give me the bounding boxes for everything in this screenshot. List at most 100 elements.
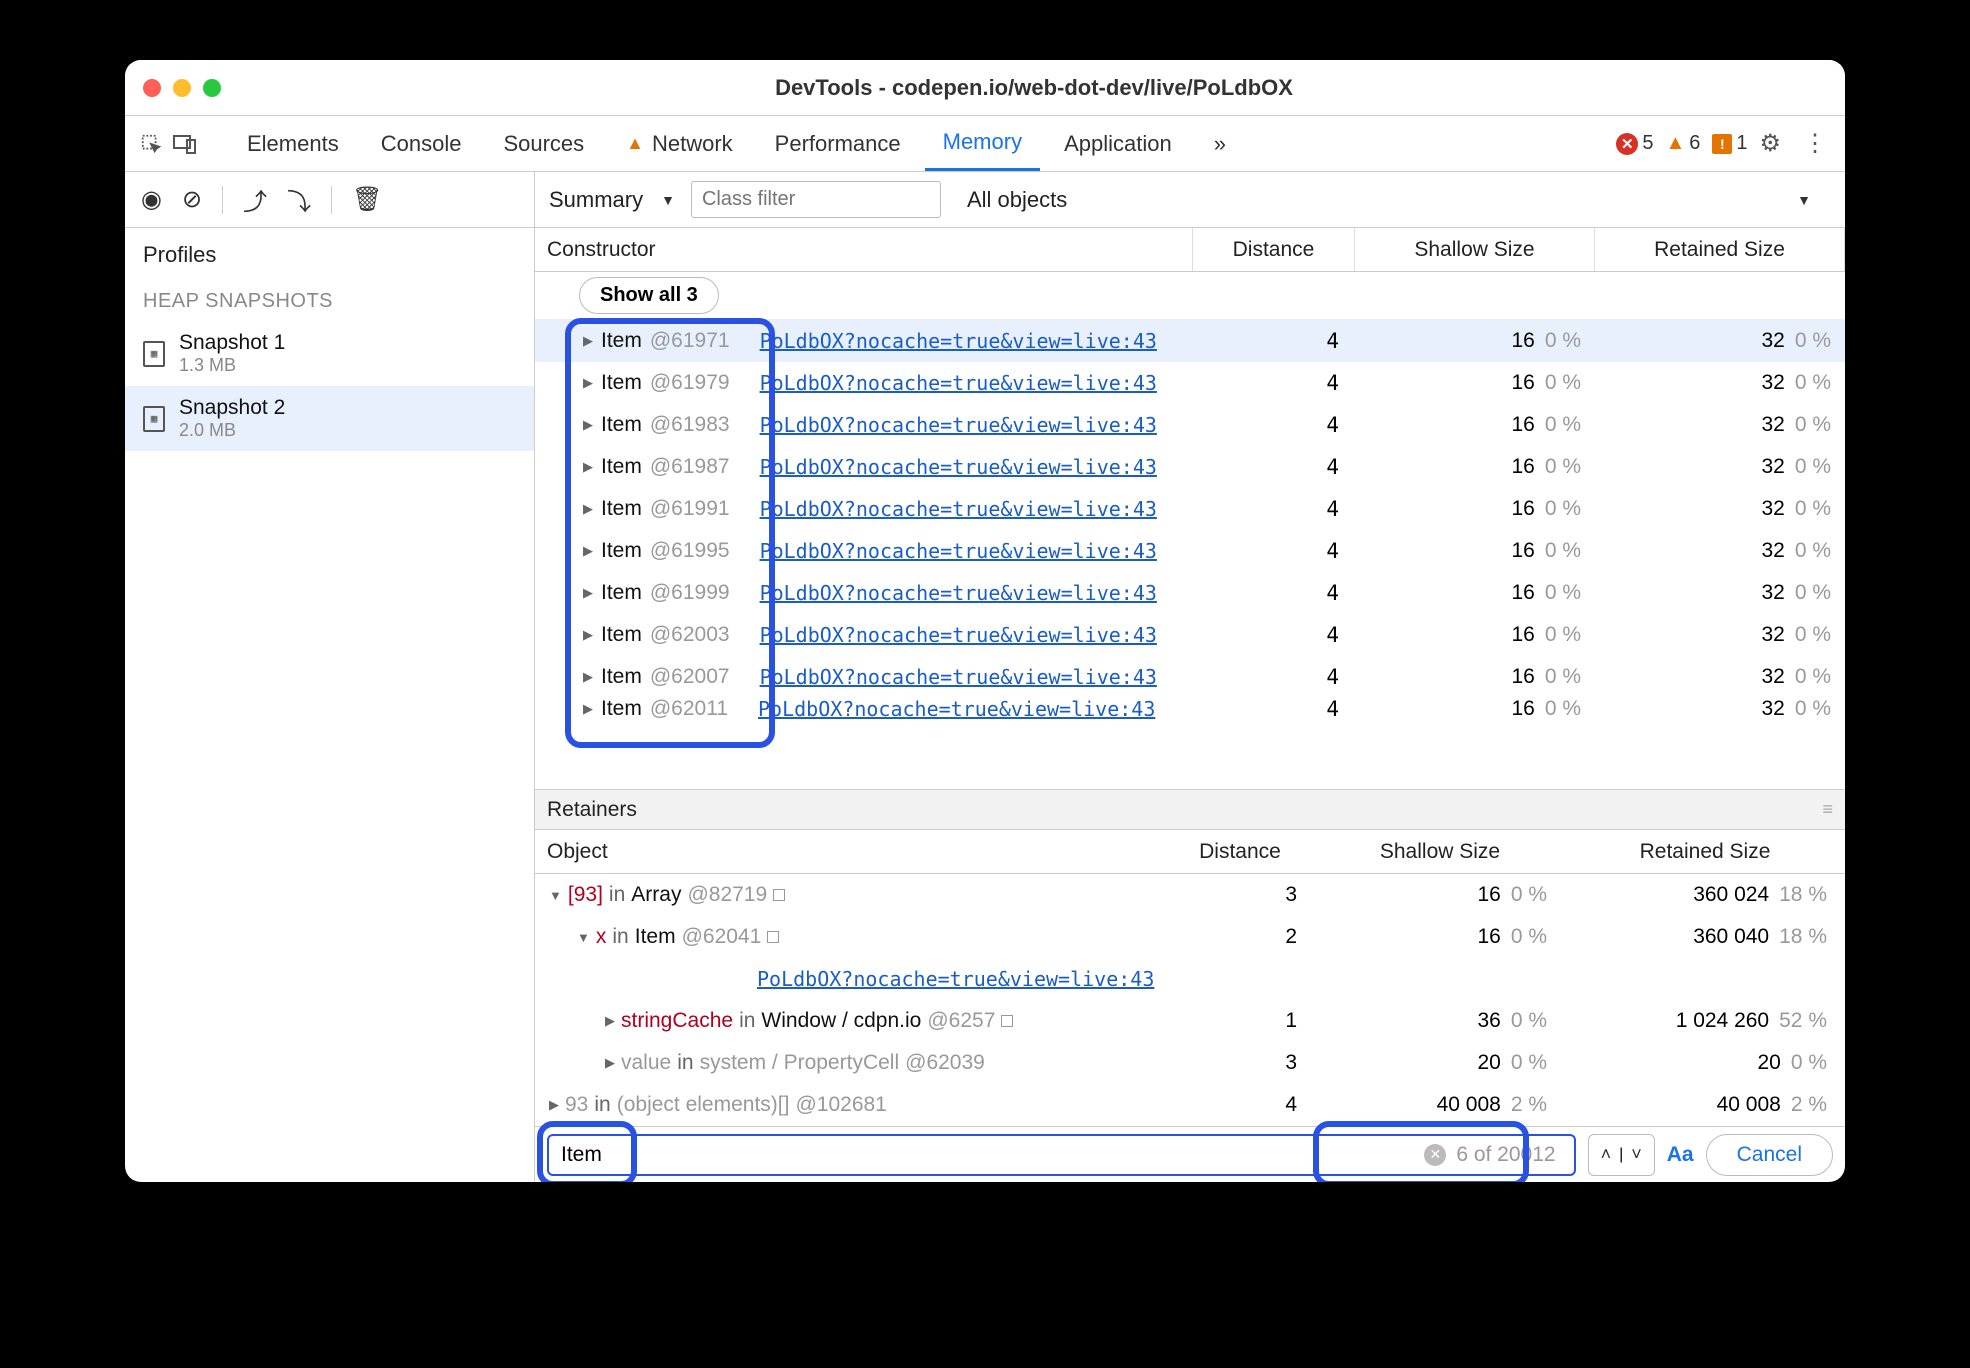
expand-icon[interactable]: ▶ — [583, 417, 593, 433]
inspect-icon[interactable] — [137, 130, 165, 158]
heap-row[interactable]: ▶Item @62003PoLdbOX?nocache=true&view=li… — [535, 614, 1845, 656]
heap-row[interactable]: ▶Item @61979PoLdbOX?nocache=true&view=li… — [535, 362, 1845, 404]
tab-memory[interactable]: Memory — [925, 117, 1040, 171]
expand-icon[interactable]: ▶ — [583, 459, 593, 475]
snapshot-item[interactable]: ▦Snapshot 11.3 MB — [125, 321, 534, 386]
col-distance[interactable]: Distance — [1193, 228, 1355, 271]
heap-row[interactable]: ▶Item @61971PoLdbOX?nocache=true&view=li… — [535, 320, 1845, 362]
rcol-retained[interactable]: Retained Size — [1565, 840, 1845, 864]
retainer-row[interactable]: ▶value in system / PropertyCell @6203932… — [535, 1042, 1845, 1084]
col-retained[interactable]: Retained Size — [1595, 228, 1845, 271]
devtools-window: DevTools - codepen.io/web-dot-dev/live/P… — [125, 60, 1845, 1182]
retainers-header: Retainers≡ — [535, 790, 1845, 830]
heap-row[interactable]: ▶Item @61995PoLdbOX?nocache=true&view=li… — [535, 530, 1845, 572]
snapshot-size: 2.0 MB — [179, 420, 285, 441]
upload-icon[interactable]: ⤴ — [243, 182, 267, 217]
snapshot-item[interactable]: ▦Snapshot 22.0 MB — [125, 386, 534, 451]
expand-icon[interactable]: ▼ — [549, 888, 562, 903]
source-link[interactable]: PoLdbOX?nocache=true&view=live:43 — [760, 329, 1157, 353]
perspective-caret-icon[interactable]: ▼ — [1797, 192, 1811, 208]
heap-row[interactable]: ▶Item @61991PoLdbOX?nocache=true&view=li… — [535, 488, 1845, 530]
tab-console[interactable]: Console — [363, 117, 480, 171]
expand-icon[interactable]: ▶ — [605, 1055, 615, 1071]
show-all-button[interactable]: Show all 3 — [579, 277, 719, 314]
retainer-row[interactable]: ▶stringCache in Window / cdpn.io @6257 1… — [535, 1000, 1845, 1042]
col-constructor[interactable]: Constructor — [535, 228, 1193, 271]
snapshot-name: Snapshot 1 — [179, 331, 285, 355]
expand-icon[interactable]: ▶ — [583, 375, 593, 391]
retainer-row[interactable]: ▼x in Item @62041 2160 %360 04018 % — [535, 916, 1845, 958]
source-link[interactable]: PoLdbOX?nocache=true&view=live:43 — [758, 698, 1155, 720]
source-link[interactable]: PoLdbOX?nocache=true&view=live:43 — [760, 413, 1157, 437]
sidebar: ◉ ⊘ ⤴ ⤵ 🗑 Profiles HEAP SNAPSHOTS ▦Snaps… — [125, 172, 535, 1182]
close-icon[interactable] — [143, 79, 161, 97]
source-link[interactable]: PoLdbOX?nocache=true&view=live:43 — [760, 371, 1157, 395]
clear-icon[interactable]: ✕ — [1424, 1144, 1446, 1166]
retainer-row[interactable]: ▼[93] in Array @82719 3160 %360 02418 % — [535, 874, 1845, 916]
expand-icon[interactable]: ▶ — [583, 585, 593, 601]
rcol-object[interactable]: Object — [535, 840, 1165, 864]
source-link[interactable]: PoLdbOX?nocache=true&view=live:43 — [757, 967, 1154, 991]
source-link[interactable]: PoLdbOX?nocache=true&view=live:43 — [760, 539, 1157, 563]
zoom-icon[interactable] — [203, 79, 221, 97]
class-filter-input[interactable] — [691, 181, 941, 218]
device-icon[interactable] — [171, 130, 199, 158]
heap-row[interactable]: ▶Item @62007PoLdbOX?nocache=true&view=li… — [535, 656, 1845, 698]
heap-row[interactable]: ▶Item @62011PoLdbOX?nocache=true&view=li… — [535, 698, 1845, 720]
expand-icon[interactable]: ▶ — [583, 501, 593, 517]
tab-performance[interactable]: Performance — [757, 117, 919, 171]
expand-icon[interactable]: ▶ — [549, 1097, 559, 1113]
gear-icon[interactable]: ⚙ — [1759, 129, 1781, 158]
rcol-shallow[interactable]: Shallow Size — [1315, 840, 1565, 864]
search-nav: ˄|˅ — [1588, 1134, 1655, 1176]
kebab-icon[interactable]: ⋮ — [1803, 129, 1827, 158]
error-count[interactable]: ✕5 — [1616, 132, 1653, 155]
trash-icon[interactable]: 🗑 — [352, 185, 382, 214]
download-icon[interactable]: ⤵ — [287, 182, 311, 217]
heap-row[interactable]: ▶Item @61983PoLdbOX?nocache=true&view=li… — [535, 404, 1845, 446]
tab-more[interactable]: » — [1196, 117, 1244, 171]
expand-icon[interactable]: ▶ — [583, 333, 593, 349]
source-link[interactable]: PoLdbOX?nocache=true&view=live:43 — [760, 455, 1157, 479]
source-link[interactable]: PoLdbOX?nocache=true&view=live:43 — [760, 581, 1157, 605]
summary-dropdown[interactable]: Summary▼ — [549, 187, 675, 213]
clear-icon[interactable]: ⊘ — [182, 185, 202, 214]
expand-icon[interactable]: ▶ — [583, 543, 593, 559]
source-link[interactable]: PoLdbOX?nocache=true&view=live:43 — [760, 665, 1157, 689]
expand-icon[interactable]: ▶ — [583, 627, 593, 643]
titlebar: DevTools - codepen.io/web-dot-dev/live/P… — [125, 60, 1845, 116]
tab-sources[interactable]: Sources — [485, 117, 602, 171]
issues-count[interactable]: !1 — [1712, 132, 1747, 155]
heap-row[interactable]: ▶Item @61999PoLdbOX?nocache=true&view=li… — [535, 572, 1845, 614]
minimize-icon[interactable] — [173, 79, 191, 97]
warning-count[interactable]: ▲6 — [1665, 132, 1700, 155]
expand-icon[interactable]: ▶ — [583, 669, 593, 685]
expand-icon[interactable]: ▼ — [577, 930, 590, 945]
retainer-row[interactable]: ▶93 in (object elements)[] @102681440 00… — [535, 1084, 1845, 1126]
snapshot-name: Snapshot 2 — [179, 396, 285, 420]
source-link[interactable]: PoLdbOX?nocache=true&view=live:43 — [760, 497, 1157, 521]
source-link[interactable]: PoLdbOX?nocache=true&view=live:43 — [760, 623, 1157, 647]
grid-header: Constructor Distance Shallow Size Retain… — [535, 228, 1845, 272]
tab-application[interactable]: Application — [1046, 117, 1190, 171]
main-tabs: Elements Console Sources ▲Network Perfor… — [125, 116, 1845, 172]
expand-icon[interactable]: ▶ — [605, 1013, 615, 1029]
search-input[interactable] — [561, 1143, 1424, 1167]
heap-row[interactable]: ▶Item @61987PoLdbOX?nocache=true&view=li… — [535, 446, 1845, 488]
col-shallow[interactable]: Shallow Size — [1355, 228, 1595, 271]
expand-icon[interactable]: ▶ — [583, 701, 593, 717]
tab-network[interactable]: ▲Network — [608, 117, 751, 171]
grip-icon[interactable]: ≡ — [1822, 799, 1833, 820]
retainers-grid-header: Object Distance Shallow Size Retained Si… — [535, 830, 1845, 874]
prev-icon[interactable]: ˄ — [1593, 1144, 1620, 1165]
tab-elements[interactable]: Elements — [229, 117, 357, 171]
snapshot-icon: ▦ — [143, 341, 165, 367]
case-toggle[interactable]: Aa — [1667, 1143, 1694, 1167]
rcol-distance[interactable]: Distance — [1165, 840, 1315, 864]
window-title: DevTools - codepen.io/web-dot-dev/live/P… — [241, 75, 1827, 101]
next-icon[interactable]: ˅ — [1623, 1144, 1650, 1165]
all-objects[interactable]: All objects — [967, 187, 1067, 213]
main-panel: Summary▼ All objects ▼ Constructor Dista… — [535, 172, 1845, 1182]
cancel-button[interactable]: Cancel — [1706, 1134, 1833, 1176]
record-icon[interactable]: ◉ — [141, 185, 162, 214]
